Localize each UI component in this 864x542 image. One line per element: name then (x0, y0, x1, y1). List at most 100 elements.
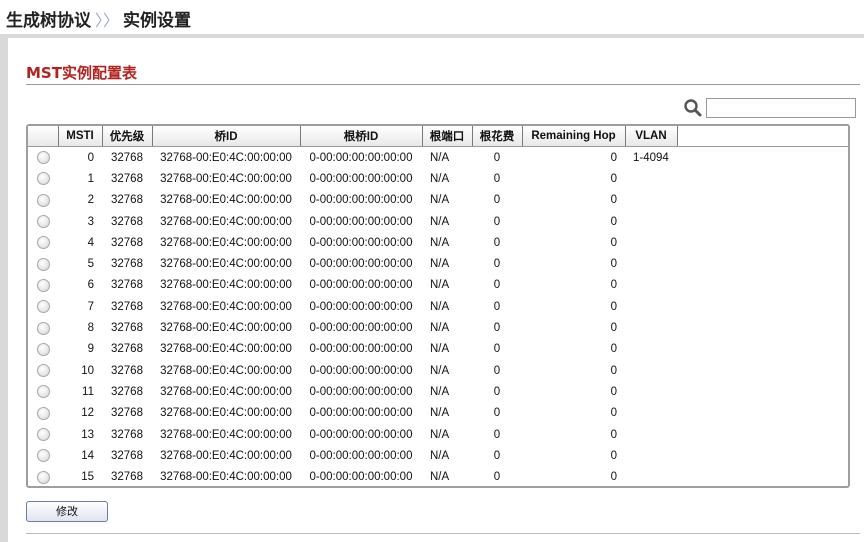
table-row[interactable]: 6 32768 32768-00:E0:4C:00:00:00 0-00:00:00:… (28, 275, 848, 296)
row-select-radio[interactable] (36, 257, 50, 271)
row-select-radio[interactable] (36, 470, 50, 484)
cell-root-cost: 0 (493, 300, 501, 313)
column-header-root-port[interactable]: 根端口 (422, 126, 473, 147)
table-row[interactable]: 7 32768 32768-00:E0:4C:00:00:00 0-00:00:00:… (28, 296, 848, 317)
cell-root-port: N/A (430, 428, 450, 441)
cell-filler (677, 190, 848, 211)
breadcrumb-separator-icon: 〉〉 (95, 11, 120, 30)
cell-remaining-hop: 0 (610, 258, 617, 271)
cell-root-port: N/A (430, 385, 450, 398)
row-select-radio[interactable] (36, 236, 50, 250)
cell-msti: 13 (81, 428, 94, 441)
cell-vlan: 1-4094 (633, 151, 669, 164)
row-select-radio[interactable] (36, 172, 50, 186)
cell-root-bridge-id: 0-00:00:00:00:00:00 (309, 151, 413, 164)
cell-filler (677, 275, 848, 296)
table-row[interactable]: 12 32768 32768-00:E0:4C:00:00:00 0-00:00:00… (28, 403, 848, 424)
row-select-radio[interactable] (36, 364, 50, 378)
table-row[interactable]: 13 32768 32768-00:E0:4C:00:00:00 0-00:00:00… (28, 424, 848, 445)
search-input[interactable] (706, 98, 856, 118)
table-row[interactable]: 14 32768 32768-00:E0:4C:00:00:00 0-00:00:00… (28, 445, 848, 466)
column-header-vlan[interactable]: VLAN (625, 126, 678, 147)
table-row[interactable]: 10 32768 32768-00:E0:4C:00:00:00 0-00:00:00… (28, 360, 848, 381)
table-row[interactable]: 2 32768 32768-00:E0:4C:00:00:00 0-00:00:00:… (28, 190, 848, 211)
table-row[interactable]: 1 32768 32768-00:E0:4C:00:00:00 0-00:00:00:… (28, 168, 848, 189)
cell-bridge-id: 32768-00:E0:4C:00:00:00 (160, 172, 292, 185)
column-header-priority[interactable]: 优先级 (102, 126, 153, 147)
cell-bridge-id: 32768-00:E0:4C:00:00:00 (160, 236, 292, 249)
cell-root-cost: 0 (493, 407, 501, 420)
cell-vlan (625, 296, 677, 317)
cell-root-port: N/A (430, 194, 450, 207)
column-header-root-bridge-id[interactable]: 根桥ID (300, 126, 423, 147)
row-select-radio[interactable] (36, 193, 50, 207)
row-select-radio[interactable] (36, 300, 50, 314)
cell-root-port: N/A (430, 343, 450, 356)
cell-root-port: N/A (430, 300, 450, 313)
row-select-radio[interactable] (36, 428, 50, 441)
cell-filler (677, 211, 848, 232)
column-header-bridge-id[interactable]: 桥ID (152, 126, 301, 147)
table-header-row: MSTI 优先级 桥ID 根桥ID 根端口 根花费 Remaining Hop … (28, 126, 848, 147)
cell-vlan (625, 381, 677, 402)
row-select-radio[interactable] (36, 321, 50, 335)
edit-button[interactable]: 修改 (26, 501, 108, 522)
table-row[interactable]: 15 32768 32768-00:E0:4C:00:00:00 0-00:00:00… (28, 466, 848, 487)
cell-bridge-id: 32768-00:E0:4C:00:00:00 (160, 407, 292, 420)
column-header-root-cost[interactable]: 根花费 (472, 126, 523, 147)
cell-vlan (625, 339, 677, 360)
cell-bridge-id: 32768-00:E0:4C:00:00:00 (160, 471, 292, 484)
cell-bridge-id: 32768-00:E0:4C:00:00:00 (160, 300, 292, 313)
cell-root-cost: 0 (493, 471, 501, 484)
row-select-radio[interactable] (36, 342, 50, 356)
row-select-cell (28, 466, 58, 487)
table-row[interactable]: 3 32768 32768-00:E0:4C:00:00:00 0-00:00:00:… (28, 211, 848, 232)
table-row[interactable]: 0 32768 32768-00:E0:4C:00:00:00 0-00:00:00:… (28, 147, 848, 169)
row-select-cell (28, 275, 58, 296)
cell-priority: 32768 (111, 322, 143, 335)
table-row[interactable]: 8 32768 32768-00:E0:4C:00:00:00 0-00:00:00:… (28, 317, 848, 338)
cell-root-bridge-id: 0-00:00:00:00:00:00 (309, 471, 413, 484)
cell-root-bridge-id: 0-00:00:00:00:00:00 (309, 322, 413, 335)
cell-filler (677, 168, 848, 189)
cell-vlan (625, 275, 677, 296)
cell-root-port: N/A (430, 364, 450, 377)
cell-priority: 32768 (111, 428, 143, 441)
cell-priority: 32768 (111, 194, 143, 207)
cell-filler (677, 360, 848, 381)
row-select-radio[interactable] (36, 449, 50, 463)
table-row[interactable]: 11 32768 32768-00:E0:4C:00:00:00 0-00:00:00… (28, 381, 848, 402)
row-select-radio[interactable] (36, 278, 50, 292)
cell-bridge-id: 32768-00:E0:4C:00:00:00 (160, 258, 292, 271)
row-select-cell (28, 296, 58, 317)
cell-root-port: N/A (430, 407, 450, 420)
column-header-msti[interactable]: MSTI (58, 126, 103, 147)
cell-remaining-hop: 0 (610, 151, 617, 164)
cell-root-port: N/A (430, 172, 450, 185)
table-row[interactable]: 4 32768 32768-00:E0:4C:00:00:00 0-00:00:00:… (28, 232, 848, 253)
breadcrumb-parent[interactable]: 生成树协议 (6, 11, 91, 31)
cell-root-cost: 0 (493, 194, 501, 207)
cell-root-port: N/A (430, 279, 450, 292)
cell-filler (677, 317, 848, 338)
row-select-radio[interactable] (36, 385, 50, 399)
cell-root-port: N/A (430, 258, 450, 271)
table-row[interactable]: 9 32768 32768-00:E0:4C:00:00:00 0-00:00:00:… (28, 339, 848, 360)
cell-msti: 0 (87, 151, 94, 164)
row-select-radio[interactable] (36, 406, 50, 420)
header-bar: 生成树协议 〉〉 实例设置 (0, 0, 864, 34)
table-body: 0 32768 32768-00:E0:4C:00:00:00 0-00:00:00:… (28, 147, 848, 488)
cell-vlan (625, 190, 677, 211)
row-select-radio[interactable] (36, 151, 50, 165)
column-header-remaining-hop[interactable]: Remaining Hop (522, 126, 626, 147)
cell-msti: 2 (87, 194, 94, 207)
row-select-cell (28, 424, 58, 445)
row-select-radio[interactable] (36, 215, 50, 229)
search-icon[interactable] (683, 98, 703, 118)
cell-remaining-hop: 0 (610, 449, 617, 462)
cell-root-bridge-id: 0-00:00:00:00:00:00 (309, 385, 413, 398)
table-row[interactable]: 5 32768 32768-00:E0:4C:00:00:00 0-00:00:00:… (28, 253, 848, 274)
cell-root-port: N/A (430, 471, 450, 484)
row-select-cell (28, 445, 58, 466)
cell-filler (677, 253, 848, 274)
